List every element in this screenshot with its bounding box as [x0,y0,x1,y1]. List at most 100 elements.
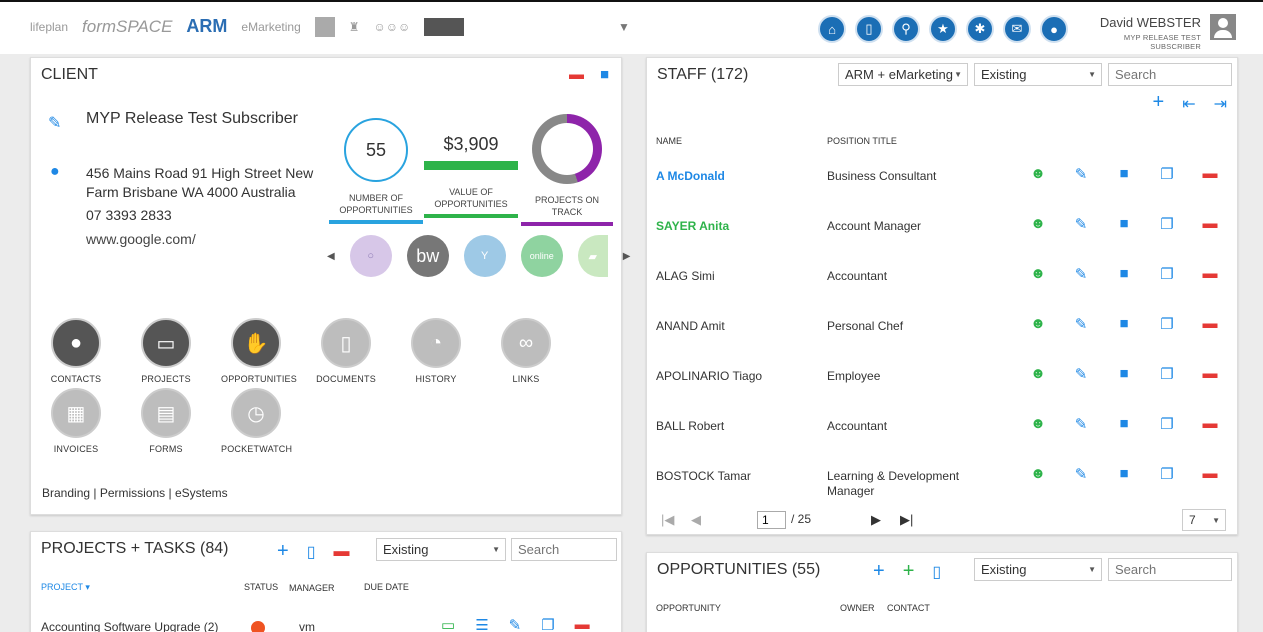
assign-user-icon[interactable]: ☻ [1027,165,1049,183]
assign-user-icon[interactable]: ☻ [1027,415,1049,433]
add-staff-icon[interactable]: + [1153,92,1165,114]
staff-name[interactable]: BOSTOCK Tamar [656,469,751,483]
carousel-prev-icon[interactable]: ◀ [327,251,335,262]
assign-user-icon[interactable]: ☻ [1027,215,1049,233]
add-opportunity-alt-icon[interactable]: + [903,560,915,583]
tasks-icon[interactable]: ☰ [475,616,488,632]
client-footer-links[interactable]: Branding | Permissions | eSystems [42,486,228,500]
projects-filter-select[interactable]: Existing [376,538,506,561]
figure-logo[interactable]: ♜ [349,20,360,34]
home-icon[interactable]: ⌂ [818,15,846,43]
delete-icon[interactable]: ▬ [1199,365,1221,383]
avatar[interactable] [1210,14,1236,40]
col-contact[interactable]: CONTACT [887,603,930,613]
next-page-icon[interactable]: ▶ [871,512,881,528]
add-opportunity-icon[interactable]: + [873,560,885,583]
carousel-app-1[interactable]: ○ [349,235,392,277]
formspace-logo[interactable]: formSPACE [82,17,172,37]
open-folder-icon[interactable]: ▭ [441,616,455,632]
delete-icon[interactable]: ▬ [575,616,590,632]
admin-logo[interactable] [424,17,465,36]
assign-user-icon[interactable]: ☻ [1027,365,1049,383]
delete-icon[interactable]: ▬ [1199,215,1221,233]
staff-status-select[interactable]: Existing [974,63,1102,86]
staff-name[interactable]: SAYER Anita [656,219,729,233]
stat-projects-on-track[interactable]: PROJECTS ON TRACK [521,114,613,226]
carousel-next-icon[interactable]: ▶ [623,251,631,262]
archive-projects-icon[interactable]: ▬ [334,543,350,561]
lock-icon[interactable]: ■ [1113,265,1135,283]
assign-user-icon[interactable]: ☻ [1027,465,1049,483]
star-icon[interactable]: ★ [929,15,957,43]
opportunities-filter-select[interactable]: Existing [974,558,1102,581]
edit-icon[interactable]: ✎ [1070,315,1092,333]
opportunities-search-input[interactable] [1108,558,1232,581]
lock-icon[interactable]: ■ [1113,315,1135,333]
search-icon[interactable]: ⚲ [892,15,920,43]
lock-icon[interactable]: ■ [1113,465,1135,483]
save-icon[interactable]: ■ [600,66,609,83]
edit-icon[interactable]: ✎ [1070,415,1092,433]
lock-icon[interactable]: ■ [1113,365,1135,383]
edit-icon[interactable]: ✎ [509,616,522,632]
projects-search-input[interactable] [511,538,617,561]
page-input[interactable] [757,511,786,529]
assign-user-icon[interactable]: ☻ [1027,265,1049,283]
lock-icon[interactable]: ■ [1113,215,1135,233]
add-opportunity-document-icon[interactable]: ▯ [932,562,941,582]
add-project-icon[interactable]: + [277,540,289,563]
copy-icon[interactable]: ❐ [1156,315,1178,333]
module-forms[interactable]: ▤ FORMS [131,388,201,454]
edit-icon[interactable]: ✎ [1070,215,1092,233]
assign-user-icon[interactable]: ☻ [1027,315,1049,333]
staff-name[interactable]: BALL Robert [656,419,724,433]
module-opportunities[interactable]: ✋ OPPORTUNITIES [221,318,297,384]
emarketing-logo[interactable]: eMarketing [241,20,300,34]
delete-icon[interactable]: ▬ [1199,265,1221,283]
staff-system-select[interactable]: ARM + eMarketing [838,63,968,86]
carousel-app-bw[interactable]: bw [406,235,449,277]
carousel-app-5[interactable]: ▰ [577,235,608,277]
module-contacts[interactable]: ● CONTACTS [41,318,111,384]
stat-opportunities-value[interactable]: $3,909 VALUE OF OPPORTUNITIES [424,118,518,218]
last-page-icon[interactable]: ▶| [900,512,913,528]
copy-icon[interactable]: ❐ [1156,465,1178,483]
lifeplan-logo[interactable]: lifeplan [30,20,68,34]
settings-icon[interactable]: ✱ [966,15,994,43]
mail-icon[interactable]: ✉ [1003,15,1031,43]
staff-name[interactable]: ALAG Simi [656,269,715,283]
first-page-icon[interactable]: |◀ [661,512,674,528]
delete-icon[interactable]: ▬ [1199,165,1221,183]
lock-icon[interactable]: ■ [1113,165,1135,183]
table-row[interactable]: ANAND Amit Personal Chef ☻ ✎ ■ ❐ ▬ [647,309,1237,359]
edit-icon[interactable]: ✎ [1070,165,1092,183]
aca-logo[interactable] [314,16,335,37]
copy-icon[interactable]: ❐ [1156,215,1178,233]
people-logo[interactable]: ☺☺☺ [374,20,411,34]
client-website[interactable]: www.google.com/ [86,231,196,247]
carousel-app-online[interactable]: online [520,235,563,277]
staff-name[interactable]: APOLINARIO Tiago [656,369,762,383]
edit-client-icon[interactable]: ✎ [48,113,61,133]
edit-icon[interactable]: ✎ [1070,265,1092,283]
delete-icon[interactable]: ▬ [1199,465,1221,483]
table-row[interactable]: ALAG Simi Accountant ☻ ✎ ■ ❐ ▬ [647,259,1237,309]
user-menu[interactable]: David WEBSTER MYP RELEASE TEST SUBSCRIBE… [1075,15,1201,51]
col-name[interactable]: NAME [656,136,682,146]
arm-logo[interactable]: ARM [186,16,227,37]
lock-icon[interactable]: ■ [1113,415,1135,433]
edit-icon[interactable]: ✎ [1070,365,1092,383]
staff-name[interactable]: A McDonald [656,169,725,183]
edit-icon[interactable]: ✎ [1070,465,1092,483]
table-row[interactable]: APOLINARIO Tiago Employee ☻ ✎ ■ ❐ ▬ [647,359,1237,409]
archive-icon[interactable]: ▬ [569,66,584,83]
chat-icon[interactable]: ● [1040,15,1068,43]
copy-icon[interactable]: ❐ [541,616,554,632]
col-opportunity[interactable]: OPPORTUNITY [656,603,721,613]
module-invoices[interactable]: ▦ INVOICES [41,388,111,454]
project-name[interactable]: Accounting Software Upgrade (2) [41,620,218,632]
import-icon[interactable]: ⇤ [1182,94,1195,114]
document-icon[interactable]: ▯ [855,15,883,43]
col-project[interactable]: PROJECT ▾ [41,582,90,593]
copy-icon[interactable]: ❐ [1156,165,1178,183]
